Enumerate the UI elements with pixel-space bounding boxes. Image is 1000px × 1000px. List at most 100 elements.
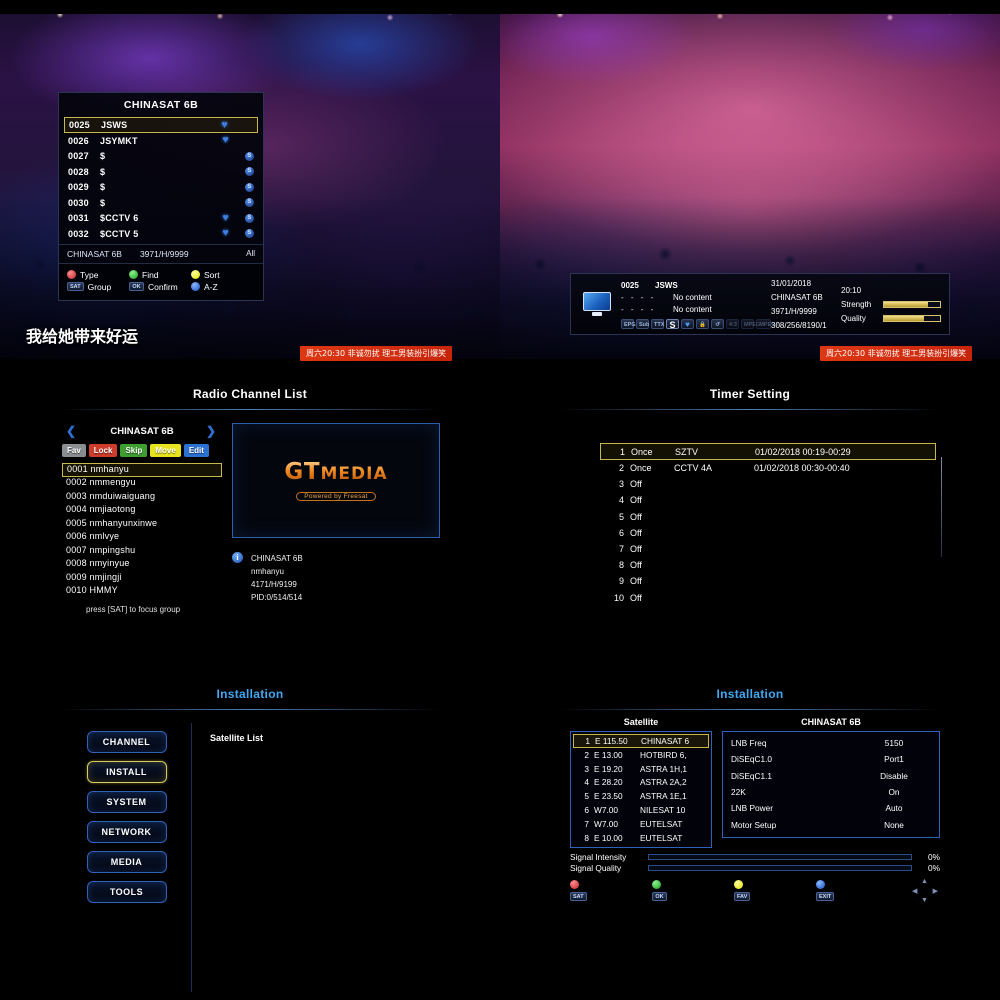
lnb-setting-row[interactable]: DiSEqC1.1 Disable — [731, 768, 931, 784]
key-legend-item[interactable]: Edit — [652, 880, 734, 890]
radio-rows[interactable]: 0001 nmhanyu 0002 nmmengyu 0003 nmduiwaigu… — [62, 463, 222, 599]
channel-row[interactable]: 0029 $ S — [64, 180, 258, 196]
satellite-row[interactable]: 3 E 19.20 ASTRA 1H,1 — [573, 762, 709, 776]
satellite-column: Satellite 1 E 115.50 CHINASAT 6 2 E 13.00 HOT… — [570, 717, 712, 848]
radio-row[interactable]: 0005 nmhanyunxinwe — [62, 518, 222, 532]
satellite-row[interactable]: 6 W7.00 NILESAT 10 — [573, 803, 709, 817]
key-legend-item[interactable]: OK Confirm — [129, 282, 187, 292]
satellite-row[interactable]: 4 E 28.20 ASTRA 2A,2 — [573, 776, 709, 790]
lnb-column: CHINASAT 6B LNB Freq 5150 DiSEqC1.0 Port1 Di… — [722, 717, 940, 848]
satellite-row[interactable]: 7 W7.00 EUTELSAT — [573, 817, 709, 831]
timer-row[interactable]: 2 Once CCTV 4A 01/02/2018 00:30-00:40 — [600, 460, 936, 476]
key-legend-item[interactable]: FAV Select All — [734, 892, 816, 902]
menu-button-system[interactable]: SYSTEM — [86, 791, 167, 813]
lnb-setting-row[interactable]: 22K On — [731, 784, 931, 800]
key-legend-item[interactable]: EXIT Exit — [816, 892, 898, 902]
lnb-setting-row[interactable]: LNB Freq 5150 — [731, 735, 931, 751]
timer-row[interactable]: 3 Off — [600, 476, 936, 492]
timer-row[interactable]: 10 Off — [600, 590, 936, 606]
channel-row[interactable]: 0027 $ S — [64, 149, 258, 165]
key-legend-item[interactable]: Delete — [734, 880, 816, 890]
satellite-row[interactable]: 5 E 23.50 ASTRA 1E,1 — [573, 789, 709, 803]
timer-row[interactable]: 5 Off — [600, 509, 936, 525]
group-selector[interactable]: ❮ CHINASAT 6B ❯ — [62, 423, 222, 439]
menu-button-network[interactable]: NETWORK — [86, 821, 167, 843]
radio-row[interactable]: 0002 nmmengyu — [62, 477, 222, 491]
channel-row[interactable]: 0032 $CCTV 5 ♥ S — [64, 226, 258, 242]
timer-index: 8 — [618, 560, 624, 571]
timer-row[interactable]: 4 Off — [600, 492, 936, 508]
timer-row[interactable]: 6 Off — [600, 525, 936, 541]
satellite-row[interactable]: 2 E 13.00 HOTBIRD 6, — [573, 748, 709, 762]
radio-row[interactable]: 0010 HMMY — [62, 585, 222, 599]
timer-rows[interactable]: 1 Once SZTV 01/02/2018 00:19-00:29 2 Once CCTV… — [600, 443, 936, 606]
radio-row[interactable]: 0006 nmlvye — [62, 531, 222, 545]
radio-tab-edit[interactable]: Edit — [183, 444, 209, 457]
channel-rows[interactable]: 0025 JSWS ♥ 0026 JSYMKT ♥ 0027 $ S 0028 $ S 0029 $ S 00… — [59, 117, 263, 242]
chevron-right-icon[interactable]: ❯ — [206, 424, 216, 438]
lnb-setting-row[interactable]: LNB Power Auto — [731, 800, 931, 816]
channel-row[interactable]: 0030 $ S — [64, 195, 258, 211]
lnb-setting-value[interactable]: Disable — [857, 771, 931, 781]
channel-list-osd[interactable]: CHINASAT 6B 0025 JSWS ♥ 0026 JSYMKT ♥ 0027 $ S 00… — [58, 92, 264, 301]
channel-row[interactable]: 0028 $ S — [64, 164, 258, 180]
info-bar[interactable]: 0025 JSWS - - - - No content - - - - No … — [570, 273, 950, 335]
status-icon-mpeg2-icon: MPEG2 — [756, 318, 779, 329]
radio-tab-move[interactable]: Move — [150, 444, 181, 457]
key-legend-item[interactable]: Type — [67, 270, 125, 280]
installation-detail-title: Installation — [716, 687, 784, 701]
radio-action-tabs[interactable]: Fav Lock Skip Move Edit — [62, 444, 222, 457]
key-legend-item[interactable]: Add — [570, 880, 652, 890]
main-menu-buttons[interactable]: CHANNEL INSTALL SYSTEM NETWORK MEDIA TOOLS — [62, 723, 192, 992]
dpad-icon[interactable]: ▲ ▼ ◀ ▶ — [912, 878, 938, 904]
radio-row[interactable]: 0001 nmhanyu — [62, 463, 222, 477]
key-legend-item[interactable]: Find — [129, 270, 187, 280]
key-legend-item[interactable]: A-Z — [191, 282, 249, 292]
radio-row[interactable]: 0004 nmjiaotong — [62, 504, 222, 518]
timer-index: 3 — [618, 479, 624, 490]
satellite-row[interactable]: 1 E 115.50 CHINASAT 6 — [573, 734, 709, 748]
scrollbar[interactable] — [941, 457, 942, 557]
lnb-settings[interactable]: LNB Freq 5150 DiSEqC1.0 Port1 DiSEqC1.1 Disab… — [722, 731, 940, 838]
menu-button-channel[interactable]: CHANNEL — [86, 731, 167, 753]
satellite-list[interactable]: 1 E 115.50 CHINASAT 6 2 E 13.00 HOTBIRD 6, 3 E … — [570, 731, 712, 848]
radio-tab-skip[interactable]: Skip — [120, 444, 148, 457]
menu-button-media[interactable]: MEDIA — [86, 851, 167, 873]
key-legend-label: Exit — [838, 891, 853, 902]
lnb-setting-value[interactable]: Port1 — [857, 754, 931, 764]
chevron-left-icon[interactable]: ❮ — [66, 424, 76, 438]
menu-button-tools[interactable]: TOOLS — [86, 881, 167, 903]
radio-tab-lock[interactable]: Lock — [88, 444, 118, 457]
lnb-setting-value[interactable]: 5150 — [857, 738, 931, 748]
timer-row[interactable]: 1 Once SZTV 01/02/2018 00:19-00:29 — [600, 443, 936, 460]
satellite-list-label[interactable]: Satellite List — [210, 733, 440, 743]
satellite-column-header: Satellite — [623, 717, 659, 727]
channel-row[interactable]: 0025 JSWS ♥ — [64, 117, 258, 133]
lnb-setting-value[interactable]: None — [857, 820, 931, 830]
radio-row[interactable]: 0008 nmyinyue — [62, 558, 222, 572]
timer-row[interactable]: 9 Off — [600, 573, 936, 589]
satellite-row[interactable]: 8 E 10.00 EUTELSAT — [573, 831, 709, 845]
radio-row[interactable]: 0003 nmduiwaiguang — [62, 491, 222, 505]
menu-button-install[interactable]: INSTALL — [86, 761, 167, 783]
key-legend-item[interactable]: Scan — [816, 880, 898, 890]
timer-channel: SZTV — [675, 446, 699, 457]
key-legend-item[interactable]: SAT Transponder — [570, 892, 652, 902]
lnb-setting-value[interactable]: On — [857, 787, 931, 797]
radio-row[interactable]: 0007 nmpingshu — [62, 545, 222, 559]
key-legend-item[interactable]: SAT Group — [67, 282, 125, 292]
key-legend-item[interactable]: OK Select — [652, 892, 734, 902]
satellite-name: NILESAT 10 — [640, 805, 686, 816]
timer-row[interactable]: 7 Off — [600, 541, 936, 557]
radio-tab-fav[interactable]: Fav — [62, 444, 86, 457]
radio-row[interactable]: 0009 nmjingji — [62, 572, 222, 586]
lnb-setting-row[interactable]: Motor Setup None — [731, 816, 931, 832]
key-legend-item[interactable]: Sort — [191, 270, 249, 280]
keycap-ok-icon: OK — [129, 282, 144, 291]
lnb-setting-value[interactable]: Auto — [857, 803, 931, 813]
lnb-setting-row[interactable]: DiSEqC1.0 Port1 — [731, 751, 931, 767]
timer-page-title: Timer Setting — [709, 387, 791, 401]
timer-row[interactable]: 8 Off — [600, 557, 936, 573]
channel-row[interactable]: 0026 JSYMKT ♥ — [64, 133, 258, 149]
channel-row[interactable]: 0031 $CCTV 6 ♥ S — [64, 211, 258, 227]
